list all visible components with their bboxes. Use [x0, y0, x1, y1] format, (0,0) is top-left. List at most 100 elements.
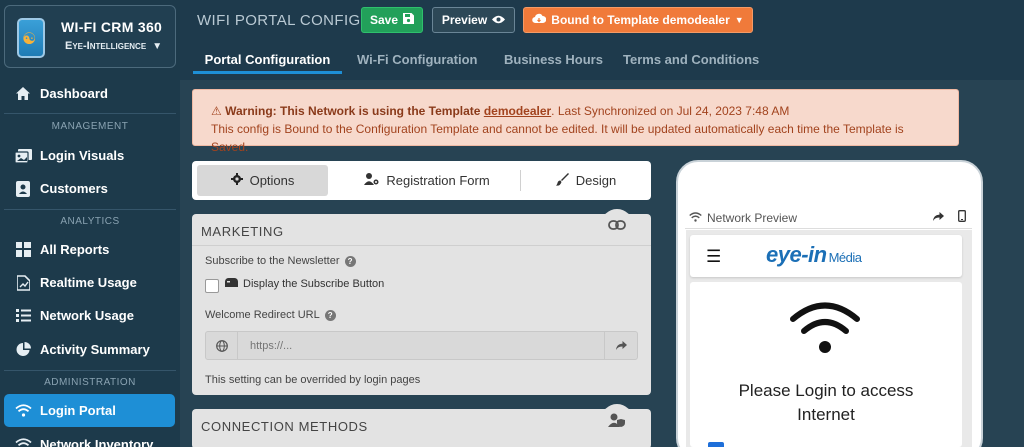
sidebar-item-activity-summary[interactable]: Activity Summary [0, 333, 180, 366]
preview-actions [933, 210, 966, 225]
save-button[interactable]: Save [361, 7, 423, 33]
user-gear-icon [364, 173, 379, 188]
sidebar-item-realtime-usage[interactable]: Realtime Usage [0, 266, 180, 299]
brand-subtitle: Eye-Intelligence ▼ [65, 40, 163, 52]
preview-label: Preview [441, 13, 488, 27]
mobile-icon[interactable] [958, 210, 966, 225]
section-label-management: MANAGEMENT [51, 121, 129, 132]
redirect-url-group [205, 331, 638, 360]
newsletter-label: Subscribe to the Newsletter ? [205, 255, 356, 267]
wifi-icon [790, 302, 860, 357]
connection-methods-card: CONNECTION METHODS [192, 404, 651, 447]
subtab-label: Design [575, 173, 617, 188]
sidebar-item-customers[interactable]: Customers [0, 172, 180, 205]
warning-line-2: This config is Bound to the Configuratio… [211, 122, 904, 154]
bound-label: Bound to Template demodealer [551, 13, 730, 27]
tab-wifi-configuration[interactable]: Wi-Fi Configuration [357, 46, 477, 74]
sidebar-item-dashboard[interactable]: Dashboard [0, 77, 180, 110]
subtab-label: Registration Form [386, 173, 490, 188]
page-title: WIFI PORTAL CONFIG [197, 12, 361, 29]
marketing-card: MARKETING Subscribe to the Newsletter ? … [192, 209, 651, 395]
login-line-2: Internet [797, 405, 855, 424]
address-card-icon [14, 180, 32, 198]
sidebar: ☯ WI-FI CRM 360 Eye-Intelligence ▼ Dashbo… [0, 0, 180, 447]
preview-header: ☰ eye-in Média [690, 235, 962, 277]
sidebar-item-label: Dashboard [40, 86, 108, 101]
link-icon [601, 209, 633, 241]
subtab-design[interactable]: Design [527, 165, 645, 196]
gear-icon [230, 173, 243, 188]
caret-down-icon: ▼ [734, 15, 744, 25]
login-prompt: Please Login to access Internet [690, 379, 962, 427]
tab-portal-configuration[interactable]: Portal Configuration [193, 46, 342, 74]
sidebar-item-all-reports[interactable]: All Reports [0, 233, 180, 266]
subtab-separator [520, 170, 521, 191]
hamburger-menu-icon: ☰ [706, 247, 722, 266]
preview-label: Network Preview [689, 211, 797, 225]
section-label-analytics: ANALYTICS [60, 216, 120, 227]
warning-sync-text: . Last Synchronized on Jul 24, 2023 7:48… [551, 104, 790, 118]
sidebar-item-label: Login Portal [40, 403, 116, 418]
preview-login-card: Please Login to access Internet [690, 282, 962, 447]
file-chart-icon [14, 274, 32, 292]
redirect-note: This setting can be overrided by login p… [205, 374, 421, 386]
sidebar-item-label: Network Usage [40, 308, 134, 323]
subtab-registration-form[interactable]: Registration Form [342, 165, 512, 196]
user-shield-icon [601, 404, 633, 436]
reports-grid-icon [14, 241, 32, 259]
network-icon [14, 436, 32, 447]
subtab-options[interactable]: Options [197, 165, 328, 196]
sidebar-item-login-portal[interactable]: Login Portal [4, 394, 175, 427]
share-arrow-icon[interactable] [604, 332, 637, 359]
help-icon[interactable]: ? [324, 309, 336, 321]
warning-triangle-icon: ⚠ [211, 104, 222, 118]
sidebar-item-label: All Reports [40, 242, 110, 257]
warning-prefix: Warning: This Network is using the Templ… [225, 104, 481, 118]
card-title: MARKETING [201, 224, 284, 239]
subscribe-checkbox[interactable] [205, 279, 219, 293]
divider [192, 245, 651, 246]
sidebar-item-label: Realtime Usage [40, 275, 137, 290]
save-label: Save [369, 13, 399, 27]
preview-checkbox [708, 442, 724, 447]
pie-chart-icon [14, 341, 32, 359]
brand-switcher[interactable]: ☯ WI-FI CRM 360 Eye-Intelligence ▼ [4, 5, 176, 68]
globe-icon [206, 332, 238, 359]
options-subtabs: Options Registration Form Design [192, 161, 651, 200]
eye-in-media-logo: eye-in Média [766, 242, 862, 267]
sidebar-item-label: Activity Summary [40, 342, 150, 357]
help-icon[interactable]: ? [344, 255, 356, 267]
divider [4, 113, 176, 114]
divider [4, 209, 176, 210]
sidebar-item-login-visuals[interactable]: Login Visuals [0, 139, 180, 172]
field-label-text: Welcome Redirect URL [205, 309, 320, 321]
tab-business-hours[interactable]: Business Hours [504, 46, 603, 74]
sidebar-item-network-inventory[interactable]: Network Inventory [0, 428, 180, 447]
mailbox-icon [225, 278, 238, 290]
bound-template-dropdown[interactable]: Bound to Template demodealer ▼ [523, 7, 753, 33]
app-logo-icon: ☯ [17, 18, 45, 58]
login-line-1: Please Login to access [738, 381, 914, 400]
divider [4, 370, 176, 371]
cloud-sync-icon [532, 13, 547, 27]
share-arrow-icon[interactable] [933, 210, 944, 225]
list-icon [14, 307, 32, 325]
home-icon [14, 85, 32, 103]
redirect-url-input[interactable] [239, 332, 605, 359]
preview-button[interactable]: Preview [432, 7, 515, 33]
brand-title: WI-FI CRM 360 [61, 19, 163, 35]
preview-label-text: Network Preview [707, 210, 798, 225]
subtab-label: Options [249, 173, 295, 188]
preview-toolbar: Network Preview [685, 207, 972, 229]
template-link[interactable]: demodealer [484, 104, 551, 118]
card-title: CONNECTION METHODS [201, 419, 368, 434]
warning-line-1: ⚠ Warning: This Network is using the Tem… [211, 102, 940, 120]
floppy-disk-icon [403, 13, 415, 27]
sidebar-item-network-usage[interactable]: Network Usage [0, 299, 180, 332]
section-label-administration: ADMINISTRATION [44, 377, 136, 388]
sidebar-item-label: Customers [40, 181, 108, 196]
redirect-url-label: Welcome Redirect URL ? [205, 309, 336, 321]
brush-icon [555, 172, 569, 189]
wifi-icon [14, 402, 32, 420]
tab-terms-and-conditions[interactable]: Terms and Conditions [623, 46, 759, 74]
